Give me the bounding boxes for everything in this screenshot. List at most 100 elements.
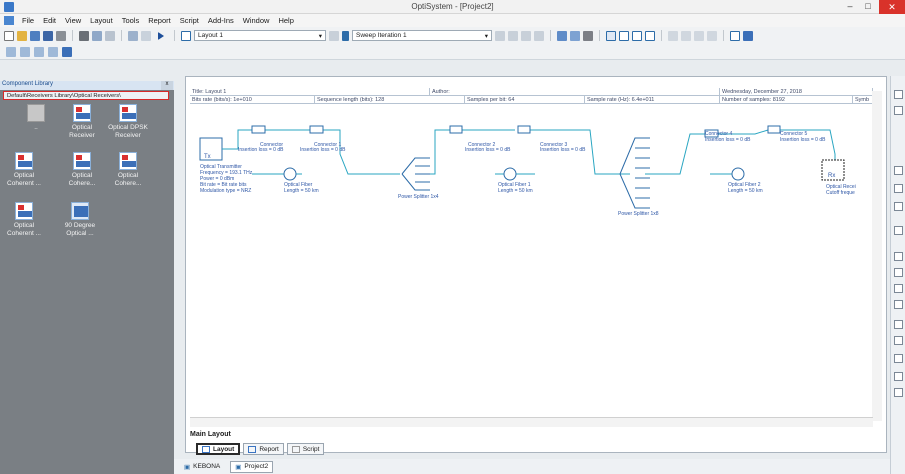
view-icon[interactable]: [619, 30, 629, 41]
save-icon[interactable]: [30, 30, 40, 41]
zoom-fit-icon[interactable]: [894, 284, 903, 293]
view-icon[interactable]: [645, 30, 655, 41]
vertical-scrollbar[interactable]: [872, 91, 882, 421]
info-cell: Bits rate (bits/s): 1e+010: [190, 96, 315, 103]
menu-window[interactable]: Window: [242, 16, 271, 25]
library-item-parent[interactable]: ..: [16, 104, 56, 132]
link-icon[interactable]: [20, 46, 30, 57]
paste-icon[interactable]: [105, 30, 115, 41]
menu-add-ins[interactable]: Add-Ins: [207, 16, 235, 25]
tab-report[interactable]: Report: [243, 443, 284, 455]
library-item-optical-coherent-3[interactable]: Optical Cohere...: [108, 152, 148, 187]
align-icon[interactable]: [707, 30, 717, 41]
last-iteration-icon[interactable]: [534, 30, 544, 41]
library-item-optical-coherent[interactable]: Optical Coherent ...: [4, 152, 44, 187]
info-cell: Sequence length (bits): 128: [315, 96, 465, 103]
sweep-combo[interactable]: Sweep Iteration 1 ▾: [352, 30, 492, 41]
tool-icon[interactable]: [894, 106, 903, 115]
first-iteration-icon[interactable]: [495, 30, 505, 41]
link-icon[interactable]: [62, 46, 72, 57]
tab-main-layout[interactable]: Main Layout: [190, 431, 250, 441]
menu-tools[interactable]: Tools: [121, 16, 141, 25]
tool-icon[interactable]: [894, 300, 903, 309]
layout-icon[interactable]: [181, 30, 191, 41]
report-icon[interactable]: [730, 30, 740, 41]
align-icon[interactable]: [668, 30, 678, 41]
add-layout-icon[interactable]: [329, 30, 339, 41]
library-item-optical-dpsk-receiver[interactable]: Optical DPSK Receiver: [108, 104, 148, 139]
redo-icon[interactable]: [141, 30, 151, 41]
minimize-button[interactable]: –: [842, 1, 858, 13]
tool-icon[interactable]: [894, 90, 903, 99]
optical-fiber-block[interactable]: [283, 167, 297, 181]
menu-file[interactable]: File: [21, 16, 35, 25]
link-icon[interactable]: [6, 46, 16, 57]
copy-icon[interactable]: [92, 30, 102, 41]
tool-icon[interactable]: [894, 354, 903, 363]
power-splitter-1x8-block[interactable]: [619, 137, 650, 209]
tab-script[interactable]: Script: [286, 443, 325, 455]
tool-icon[interactable]: [894, 320, 903, 329]
menu-script[interactable]: Script: [179, 16, 200, 25]
project-tab-project2[interactable]: ▣ Project2: [230, 460, 274, 473]
print-icon[interactable]: [56, 30, 66, 41]
library-item-optical-coherent-2[interactable]: Optical Cohere...: [62, 152, 102, 187]
next-iteration-icon[interactable]: [521, 30, 531, 41]
new-file-icon[interactable]: [4, 30, 14, 41]
save-all-icon[interactable]: [43, 30, 53, 41]
maximize-button[interactable]: □: [860, 1, 876, 13]
align-icon[interactable]: [681, 30, 691, 41]
project-icon: ▣: [235, 463, 242, 471]
library-path-field[interactable]: Default\Receivers Library\Optical Receiv…: [3, 91, 169, 100]
link-icon[interactable]: [34, 46, 44, 57]
tool-icon[interactable]: [894, 372, 903, 381]
calculate-icon[interactable]: [583, 30, 593, 41]
tool-icon[interactable]: [894, 388, 903, 397]
tool-icon[interactable]: [894, 184, 903, 193]
library-item-optical-coherent-4[interactable]: Optical Coherent ...: [4, 202, 44, 237]
open-folder-icon[interactable]: [17, 30, 27, 41]
optical-fiber-block[interactable]: [731, 167, 745, 181]
optical-fiber-block[interactable]: [503, 167, 517, 181]
connector-block[interactable]: [517, 125, 531, 134]
zoom-icon[interactable]: [570, 30, 580, 41]
tab-layout[interactable]: Layout: [196, 443, 241, 455]
link-icon[interactable]: [48, 46, 58, 57]
cut-icon[interactable]: [79, 30, 89, 41]
document-icon[interactable]: [4, 16, 14, 25]
menu-help[interactable]: Help: [277, 16, 294, 25]
tool-icon[interactable]: [894, 226, 903, 235]
menu-edit[interactable]: Edit: [42, 16, 57, 25]
close-icon[interactable]: x: [161, 81, 173, 90]
view-icon[interactable]: [632, 30, 642, 41]
horizontal-scrollbar[interactable]: [190, 417, 873, 427]
export-icon[interactable]: [743, 30, 753, 41]
view-icon[interactable]: [606, 30, 616, 41]
connector-block[interactable]: [309, 125, 324, 134]
grid-icon[interactable]: [557, 30, 567, 41]
tool-icon[interactable]: [894, 202, 903, 211]
connector-block[interactable]: [251, 125, 266, 134]
receiver-icon: [73, 152, 91, 170]
zoom-out-icon[interactable]: [894, 268, 903, 277]
menu-layout[interactable]: Layout: [89, 16, 114, 25]
connector-block[interactable]: [449, 125, 463, 134]
library-item-optical-receiver[interactable]: Optical Receiver: [62, 104, 102, 139]
schematic-canvas[interactable]: Tx Optical Transmitter Frequency = 193.1…: [190, 114, 873, 429]
connector-block[interactable]: [767, 125, 781, 134]
project-tab-kebona[interactable]: ▣ KEBONA: [180, 462, 224, 472]
layout-combo[interactable]: Layout 1 ▾: [194, 30, 326, 41]
run-icon[interactable]: [158, 31, 164, 40]
undo-icon[interactable]: [128, 30, 138, 41]
menu-view[interactable]: View: [64, 16, 82, 25]
library-item-90-degree-optical[interactable]: 90 Degree Optical ...: [60, 202, 100, 237]
tool-icon[interactable]: [894, 336, 903, 345]
align-icon[interactable]: [694, 30, 704, 41]
sweep-icon[interactable]: [342, 30, 349, 41]
tool-icon[interactable]: [894, 166, 903, 175]
zoom-in-icon[interactable]: [894, 252, 903, 261]
menu-report[interactable]: Report: [147, 16, 172, 25]
prev-iteration-icon[interactable]: [508, 30, 518, 41]
power-splitter-1x4-block[interactable]: [401, 157, 430, 191]
close-button[interactable]: ✕: [879, 0, 905, 14]
